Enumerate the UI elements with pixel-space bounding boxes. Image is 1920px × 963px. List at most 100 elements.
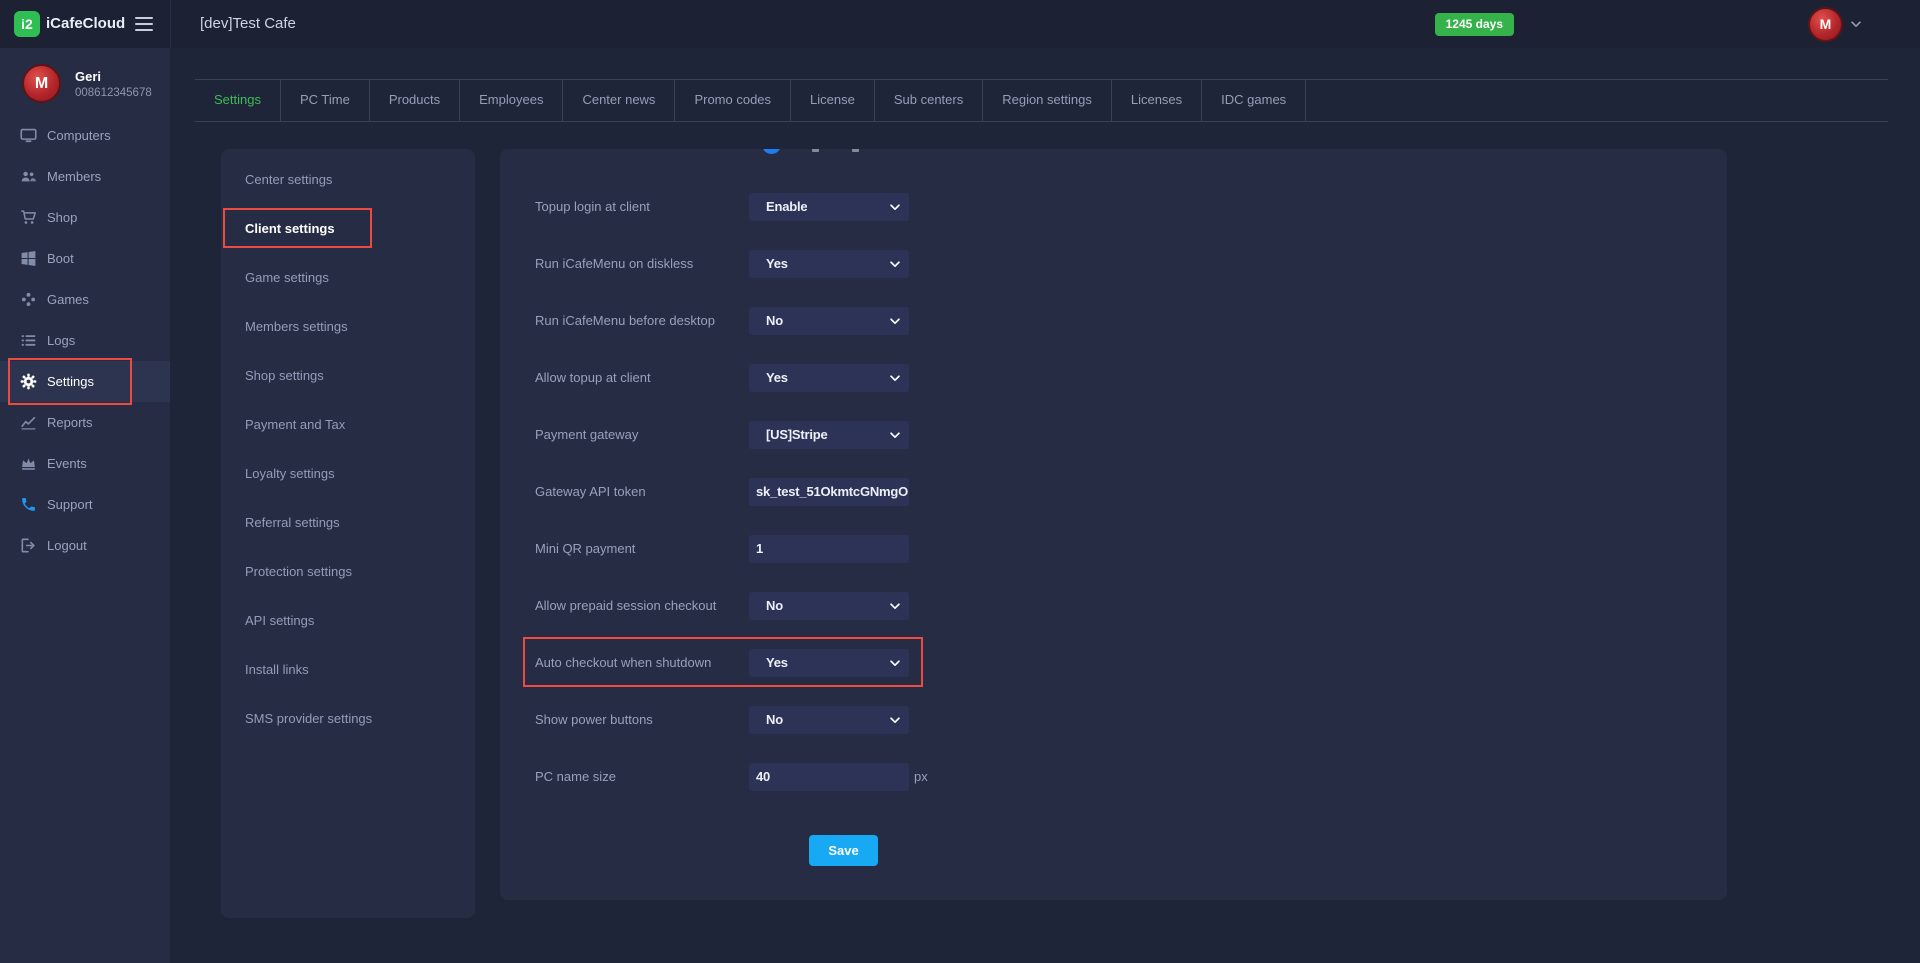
field-label: Topup login at client xyxy=(535,199,650,214)
sidebar-avatar[interactable]: M xyxy=(22,64,61,103)
settings-menu-item[interactable]: Shop settings xyxy=(221,351,475,400)
clipped-text-fragment xyxy=(852,149,859,152)
sidebar: M Geri 008612345678 Computers Members Sh… xyxy=(0,48,170,963)
chevron-down-icon xyxy=(888,314,902,328)
field-control[interactable]: 1 xyxy=(749,534,909,563)
chevron-down-icon xyxy=(888,200,902,214)
field-control[interactable]: No xyxy=(749,591,909,620)
field-label: Payment gateway xyxy=(535,427,639,442)
settings-menu-item[interactable]: Center settings xyxy=(221,155,475,204)
settings-menu-item[interactable]: Members settings xyxy=(221,302,475,351)
form-row: Payment gateway [US]Stripe xyxy=(500,406,1727,463)
header-icon-row xyxy=(1540,15,1791,34)
tab[interactable]: Center news xyxy=(563,80,676,121)
tab[interactable]: Sub centers xyxy=(875,80,984,121)
field-control[interactable]: 40 xyxy=(749,762,909,791)
settings-menu-item[interactable]: Loyalty settings xyxy=(221,449,475,498)
tab[interactable]: PC Time xyxy=(281,80,370,121)
sidebar-item[interactable]: Games xyxy=(0,279,170,320)
chevron-down-icon xyxy=(888,257,902,271)
sidebar-item[interactable]: Settings xyxy=(0,358,170,405)
license-days-badge[interactable]: 1245 days xyxy=(1434,12,1514,36)
sidebar-item[interactable]: Events xyxy=(0,443,170,484)
tab[interactable]: License xyxy=(791,80,875,121)
tab[interactable]: Region settings xyxy=(983,80,1112,121)
form-row: Show power buttons No xyxy=(500,691,1727,748)
field-control[interactable]: Enable xyxy=(749,192,909,221)
settings-menu-label: Payment and Tax xyxy=(245,417,346,432)
field-control[interactable]: No xyxy=(749,705,909,734)
field-value: Yes xyxy=(766,655,788,670)
field-value: [US]Stripe xyxy=(766,427,828,442)
field-control[interactable]: [US]Stripe xyxy=(749,420,909,449)
hamburger-icon[interactable] xyxy=(135,17,153,31)
settings-menu-item[interactable]: API settings xyxy=(221,596,475,645)
games-icon xyxy=(20,291,37,308)
sidebar-nav: Computers Members Shop Boot Games Logs S… xyxy=(0,115,170,566)
sidebar-item-label: Logout xyxy=(47,538,87,553)
chevron-down-icon xyxy=(888,371,902,385)
field-control[interactable]: sk_test_51OkmtcGNmgOKr xyxy=(749,477,909,506)
tab[interactable]: Licenses xyxy=(1112,80,1203,121)
header-actions: 1245 days M xyxy=(1434,0,1863,48)
settings-menu-item[interactable]: Protection settings xyxy=(221,547,475,596)
field-label: Mini QR payment xyxy=(535,541,636,556)
sidebar-item-label: Support xyxy=(47,497,93,512)
sidebar-item[interactable]: Logs xyxy=(0,320,170,361)
form-row: Auto checkout when shutdown Yes xyxy=(500,634,1727,691)
settings-menu-item[interactable]: SMS provider settings xyxy=(221,694,475,743)
sidebar-item[interactable]: Support xyxy=(0,484,170,525)
user-phone: 008612345678 xyxy=(75,86,152,99)
field-control[interactable]: Yes xyxy=(749,249,909,278)
sidebar-item[interactable]: Boot xyxy=(0,238,170,279)
settings-menu-item[interactable]: Payment and Tax xyxy=(221,400,475,449)
tab[interactable]: Promo codes xyxy=(675,80,792,121)
settings-menu-item[interactable]: Game settings xyxy=(221,253,475,302)
form-row: Topup login at client Enable xyxy=(500,178,1727,235)
settings-menu-item[interactable]: Referral settings xyxy=(221,498,475,547)
field-label: Allow prepaid session checkout xyxy=(535,598,717,613)
settings-menu-label: Members settings xyxy=(245,319,348,334)
settings-menu-item[interactable]: Client settings xyxy=(221,204,475,253)
sidebar-item[interactable]: Shop xyxy=(0,197,170,238)
field-suffix: px xyxy=(914,769,928,784)
sidebar-item-label: Settings xyxy=(47,374,94,389)
sidebar-item-label: Computers xyxy=(47,128,111,143)
sidebar-item-label: Games xyxy=(47,292,89,307)
form-row: Allow prepaid session checkout No xyxy=(500,577,1727,634)
settings-menu-item[interactable]: Install links xyxy=(221,645,475,694)
sidebar-item[interactable]: Computers xyxy=(0,115,170,156)
field-control[interactable]: Yes xyxy=(749,648,909,677)
sidebar-item[interactable]: Members xyxy=(0,156,170,197)
chevron-down-icon xyxy=(888,713,902,727)
settings-menu-label: Referral settings xyxy=(245,515,340,530)
tab[interactable]: Settings xyxy=(195,80,281,121)
sidebar-user-info: Geri 008612345678 xyxy=(75,69,152,99)
tab[interactable]: Products xyxy=(370,80,461,121)
field-control[interactable]: Yes xyxy=(749,363,909,392)
field-value: sk_test_51OkmtcGNmgOKr xyxy=(756,484,909,499)
icafecloud-logo-icon[interactable]: i2 xyxy=(14,11,40,37)
logs-icon xyxy=(20,332,37,349)
tab[interactable]: Employees xyxy=(460,80,564,121)
chevron-down-icon xyxy=(888,428,902,442)
field-control[interactable]: No xyxy=(749,306,909,335)
sidebar-item[interactable]: Reports xyxy=(0,402,170,443)
logo-area: i2 iCafeCloud xyxy=(0,0,171,48)
field-value: No xyxy=(766,313,783,328)
chevron-down-icon xyxy=(888,656,902,670)
field-value: Yes xyxy=(766,370,788,385)
field-label: Auto checkout when shutdown xyxy=(535,655,712,670)
chevron-down-icon[interactable] xyxy=(1849,17,1863,31)
tab[interactable]: IDC games xyxy=(1202,80,1307,121)
settings-menu-label: Protection settings xyxy=(245,564,352,579)
avatar-letter: M xyxy=(34,74,49,92)
user-avatar[interactable]: M xyxy=(1808,6,1843,42)
form-row: Run iCafeMenu on diskless Yes xyxy=(500,235,1727,292)
field-label: Allow topup at client xyxy=(535,370,651,385)
field-label: Gateway API token xyxy=(535,484,646,499)
settings-menu-label: API settings xyxy=(245,613,315,628)
sidebar-item[interactable]: Logout xyxy=(0,525,170,566)
save-button[interactable]: Save xyxy=(809,835,878,866)
clipped-text-fragment xyxy=(812,149,819,152)
